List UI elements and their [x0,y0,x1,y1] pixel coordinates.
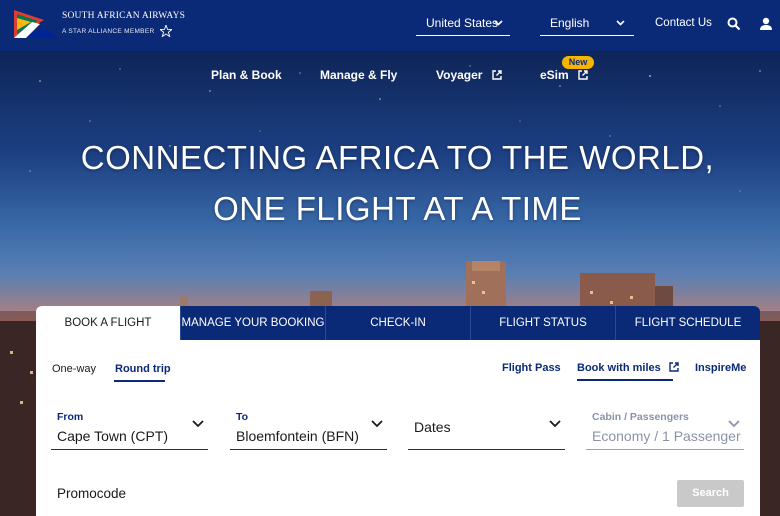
book-with-miles-underline [577,379,673,381]
nav-plan-book[interactable]: Plan & Book [211,68,282,82]
country-select[interactable]: United States [416,14,510,36]
chevron-down-icon [494,20,503,26]
tab-book-a-flight[interactable]: BOOK A FLIGHT [36,306,180,340]
tab-flight-status[interactable]: FLIGHT STATUS [470,306,615,340]
tab-manage-your-booking[interactable]: MANAGE YOUR BOOKING [180,306,325,340]
tab-flight-schedule[interactable]: FLIGHT SCHEDULE [615,306,760,340]
to-value: Bloemfontein (BFN) [236,428,359,444]
search-button[interactable]: Search [677,480,744,507]
to-field[interactable]: To Bloemfontein (BFN) [230,408,387,450]
language-value: English [550,16,590,30]
dates-label: Dates [414,419,451,435]
promocode-field[interactable]: Promocode [57,486,126,501]
chevron-down-icon [371,420,383,428]
contact-us-link[interactable]: Contact Us [655,17,712,29]
brand-tagline: A STAR ALLIANCE MEMBER [62,28,155,35]
from-value: Cape Town (CPT) [57,428,169,444]
search-icon[interactable] [727,17,741,31]
nav-manage-fly[interactable]: Manage & Fly [320,68,397,82]
chevron-down-icon [549,420,561,428]
star-alliance-icon [160,25,172,37]
external-link-icon [492,70,502,80]
saa-flag-logo-icon [14,10,58,38]
external-link-icon [669,362,679,372]
tab-check-in[interactable]: CHECK-IN [325,306,470,340]
chevron-down-icon [616,20,625,26]
cabin-passengers-value: Economy / 1 Passenger [592,428,741,444]
new-badge: New [562,56,594,69]
chevron-down-icon [728,420,740,428]
from-field[interactable]: From Cape Town (CPT) [51,408,208,450]
nav-voyager-label: Voyager [436,68,483,82]
flight-pass-link[interactable]: Flight Pass [502,362,561,374]
nav-esim-label: eSim [540,68,569,82]
trip-one-way[interactable]: One-way [52,363,96,375]
round-trip-underline [114,380,165,382]
dates-field[interactable]: Dates [408,408,565,450]
nav-esim[interactable]: eSim [540,68,588,82]
trip-round-trip[interactable]: Round trip [115,363,171,375]
cabin-passengers-field[interactable]: Cabin / Passengers Economy / 1 Passenger [586,408,744,450]
inspireme-link[interactable]: InspireMe [695,362,746,374]
country-value: United States [426,16,499,30]
nav-voyager[interactable]: Voyager [436,68,502,82]
cabin-passengers-label: Cabin / Passengers [592,411,689,423]
saa-logo[interactable]: SOUTH AFRICAN AIRWAYS A STAR ALLIANCE ME… [14,8,185,42]
brand-name: SOUTH AFRICAN AIRWAYS [62,11,186,21]
external-link-icon [578,70,588,80]
top-bar: SOUTH AFRICAN AIRWAYS A STAR ALLIANCE ME… [0,0,780,51]
language-select[interactable]: English [540,14,634,36]
chevron-down-icon [192,420,204,428]
hero-headline-line2: ONE FLIGHT AT A TIME [213,190,582,227]
book-with-miles-label: Book with miles [577,362,661,374]
book-with-miles-link[interactable]: Book with miles [577,362,679,374]
booking-tabs: BOOK A FLIGHT MANAGE YOUR BOOKING CHECK-… [36,306,760,340]
to-label: To [236,411,249,423]
hero-headline-line1: CONNECTING AFRICA TO THE WORLD, [80,139,715,176]
from-label: From [57,411,84,423]
user-icon[interactable] [759,17,773,31]
